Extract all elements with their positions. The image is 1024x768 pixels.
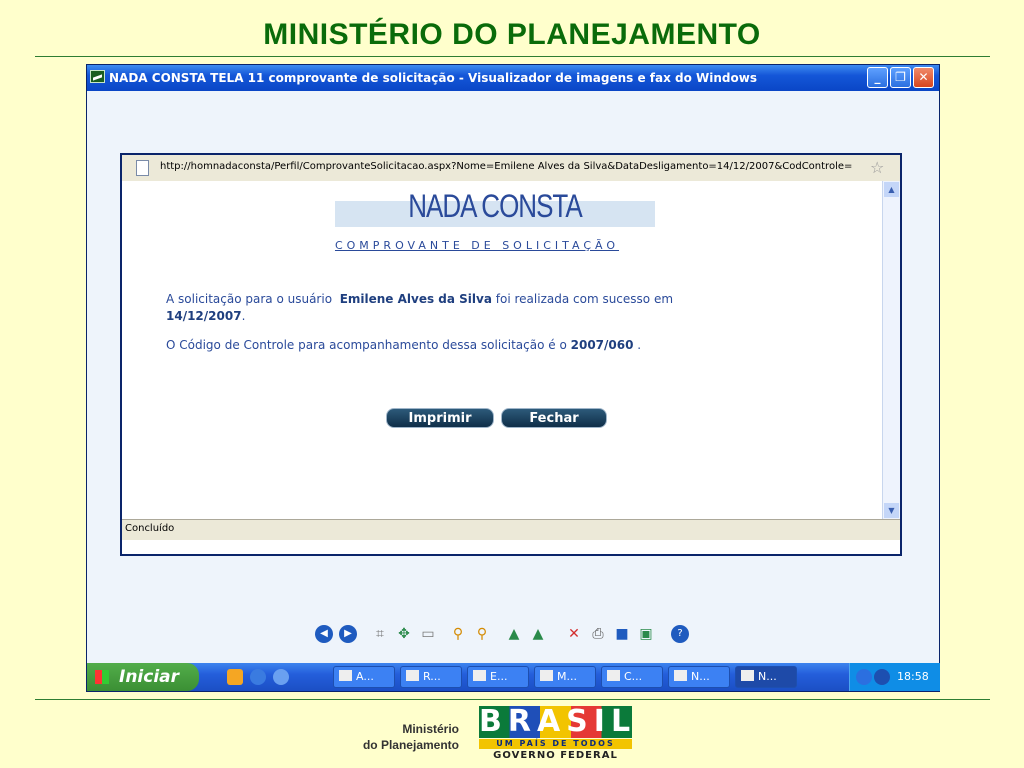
start-button[interactable]: Iniciar (87, 663, 199, 691)
request-date: 14/12/2007 (166, 309, 242, 323)
address-bar[interactable]: http://homnadaconsta/Perfil/ComprovanteS… (122, 155, 900, 182)
next-image-icon[interactable]: ▶ (339, 625, 357, 643)
address-url[interactable]: http://homnadaconsta/Perfil/ComprovanteS… (160, 161, 852, 172)
edit-icon[interactable]: ▣ (637, 625, 655, 643)
outlook-quicklaunch-icon[interactable] (227, 669, 243, 685)
tray-expand-icon[interactable] (856, 669, 872, 685)
brasil-government-logo: BRASIL UM PAÍS DE TODOS GOVERNO FEDERAL (479, 704, 637, 762)
task-label: A... (356, 670, 374, 683)
close-button[interactable]: ✕ (913, 67, 934, 88)
brasil-wordmark: BRASIL (479, 704, 637, 739)
minimize-icon: _ (874, 70, 881, 84)
footer-ministry-line2: do Planejamento (362, 738, 459, 752)
favorite-star-icon[interactable]: ☆ (870, 158, 884, 177)
viewer-title: NADA CONSTA TELA 11 comprovante de solic… (109, 71, 757, 85)
bottom-divider (35, 699, 990, 700)
control-code: 2007/060 (570, 338, 634, 352)
success-message: A solicitação para o usuário Emilene Alv… (166, 292, 674, 323)
ie-alt-icon[interactable] (273, 669, 289, 685)
msg2-pre: O Código de Controle para acompanhamento… (166, 338, 567, 352)
slide-title: MINISTÉRIO DO PLANEJAMENTO (263, 18, 761, 51)
task-label: N... (691, 670, 710, 683)
calculator-icon (607, 670, 620, 681)
governo-federal-label: GOVERNO FEDERAL (493, 750, 618, 761)
taskbar-item-6[interactable]: N... (668, 666, 730, 688)
maximize-icon: ❐ (895, 70, 906, 84)
taskbar-item-2[interactable]: R... (400, 666, 462, 688)
minimize-button[interactable]: _ (867, 67, 888, 88)
brasil-slogan: UM PAÍS DE TODOS (479, 739, 632, 749)
internet-explorer-icon[interactable] (250, 669, 266, 685)
start-label: Iniciar (119, 667, 180, 687)
status-bar: Concluído (122, 519, 900, 540)
top-divider (35, 56, 990, 57)
msg1-pre: A solicitação para o usuário (166, 292, 333, 306)
app-icon (540, 670, 553, 681)
print-icon[interactable]: ⎙ (589, 625, 607, 643)
browser-screenshot: http://homnadaconsta/Perfil/ComprovanteS… (120, 153, 902, 556)
page-subtitle: COMPROVANTE DE SOLICITAÇÃO (334, 239, 620, 252)
task-label: C... (624, 670, 643, 683)
rotate-counterclockwise-icon[interactable]: ▲ (529, 625, 547, 643)
close-page-button[interactable]: Fechar (501, 408, 607, 428)
taskbar-item-3[interactable]: E... (467, 666, 529, 688)
image-viewer-window: NADA CONSTA TELA 11 comprovante de solic… (86, 64, 940, 692)
help-icon[interactable]: ? (671, 625, 689, 643)
mail-icon (406, 670, 419, 681)
system-tray: 18:58 (849, 663, 940, 691)
network-icon[interactable] (874, 669, 890, 685)
actual-size-icon[interactable]: ✥ (395, 625, 413, 643)
save-icon[interactable]: ■ (613, 625, 631, 643)
app-icon (339, 670, 352, 681)
footer-ministry-line1: Ministério (402, 722, 459, 736)
vertical-scrollbar[interactable]: ▲ ▼ (882, 181, 900, 519)
delete-icon[interactable]: ✕ (565, 625, 583, 643)
image-viewer-icon (90, 70, 105, 83)
task-label: N... (758, 670, 777, 683)
scroll-up-icon[interactable]: ▲ (884, 182, 899, 197)
page-icon (136, 160, 149, 176)
maximize-button[interactable]: ❐ (890, 67, 911, 88)
page-content: NADA CONSTA COMPROVANTE DE SOLICITAÇÃO A… (122, 181, 882, 519)
slideshow-icon[interactable]: ▭ (419, 625, 437, 643)
clock[interactable]: 18:58 (897, 670, 929, 683)
windows-logo-icon (95, 670, 109, 684)
previous-image-icon[interactable]: ◀ (315, 625, 333, 643)
msg1-mid: foi realizada com sucesso em (495, 292, 674, 306)
scroll-down-icon[interactable]: ▼ (884, 503, 899, 518)
taskbar-item-1[interactable]: A... (333, 666, 395, 688)
windows-taskbar: Iniciar A... R... E... M... C... N... N.… (87, 663, 940, 691)
nada-consta-logo: NADA CONSTA (408, 187, 582, 225)
zoom-in-icon[interactable]: ⚲ (449, 625, 467, 643)
image-viewer-icon (741, 670, 754, 681)
rotate-clockwise-icon[interactable]: ▲ (505, 625, 523, 643)
zoom-out-icon[interactable]: ⚲ (473, 625, 491, 643)
close-icon: ✕ (918, 70, 929, 84)
print-button[interactable]: Imprimir (386, 408, 494, 428)
taskbar-item-4[interactable]: M... (534, 666, 596, 688)
taskbar-item-7[interactable]: N... (735, 666, 797, 688)
status-text: Concluído (125, 523, 175, 534)
task-label: E... (490, 670, 508, 683)
browser-icon (674, 670, 687, 681)
task-label: R... (423, 670, 441, 683)
mail-icon (473, 670, 486, 681)
task-label: M... (557, 670, 577, 683)
taskbar-item-5[interactable]: C... (601, 666, 663, 688)
control-code-message: O Código de Controle para acompanhamento… (166, 338, 642, 352)
best-fit-icon[interactable]: ⌗ (371, 625, 389, 643)
viewer-titlebar[interactable]: NADA CONSTA TELA 11 comprovante de solic… (87, 65, 939, 91)
user-name: Emilene Alves da Silva (339, 292, 492, 306)
